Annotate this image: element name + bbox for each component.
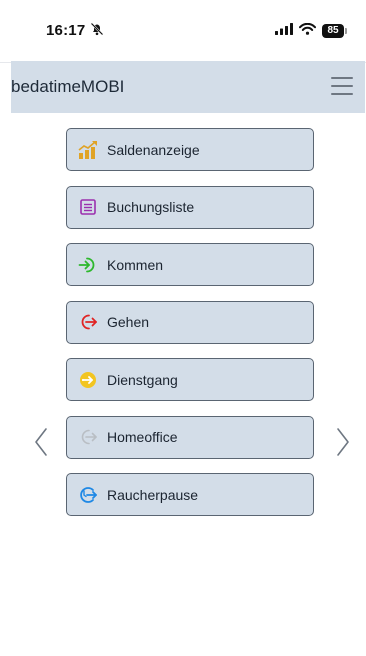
- wifi-icon: [299, 22, 316, 40]
- chevron-right-icon[interactable]: [332, 425, 352, 459]
- sign-in-icon: [78, 255, 98, 275]
- battery-indicator: 85: [322, 24, 347, 38]
- kommen-label: Kommen: [107, 256, 164, 273]
- raucherpause-label: Raucherpause: [107, 486, 199, 503]
- gehen-label: Gehen: [107, 314, 150, 330]
- action-menu: Saldenanzeige Buchungsliste Kommen Gehen…: [66, 128, 314, 531]
- chart-icon: [78, 140, 98, 160]
- raucherpause-button[interactable]: Raucherpause: [66, 473, 314, 516]
- break-icon: [78, 485, 98, 505]
- status-time: 16:17: [46, 22, 86, 39]
- kommen-button[interactable]: Kommen: [66, 243, 314, 286]
- homeoffice-button[interactable]: Homeoffice: [66, 415, 314, 459]
- app-title[interactable]: bedatimeMOBI: [11, 77, 124, 97]
- list-icon: [78, 197, 98, 217]
- saldenanzeige-label: Saldenanzeige: [107, 141, 200, 158]
- buchungsliste-label: Buchungsliste: [107, 199, 195, 215]
- buchungsliste-button[interactable]: Buchungsliste: [66, 185, 314, 229]
- status-indicators: 85: [275, 22, 347, 40]
- cellular-signal-icon: [275, 22, 293, 40]
- status-bar: 16:17 85: [0, 0, 366, 62]
- business-trip-icon: [78, 370, 98, 390]
- dienstgang-label: Dienstgang: [107, 371, 178, 388]
- sign-out-icon: [78, 312, 98, 332]
- gehen-button[interactable]: Gehen: [66, 300, 314, 344]
- saldenanzeige-button[interactable]: Saldenanzeige: [66, 128, 314, 171]
- homeoffice-label: Homeoffice: [107, 429, 178, 445]
- app-header: bedatimeMOBI: [11, 61, 365, 113]
- chevron-left-icon[interactable]: [32, 425, 52, 459]
- dienstgang-button[interactable]: Dienstgang: [66, 358, 314, 401]
- bell-muted-icon: [90, 22, 104, 41]
- home-office-icon: [78, 427, 98, 447]
- hamburger-menu-icon[interactable]: [331, 77, 353, 95]
